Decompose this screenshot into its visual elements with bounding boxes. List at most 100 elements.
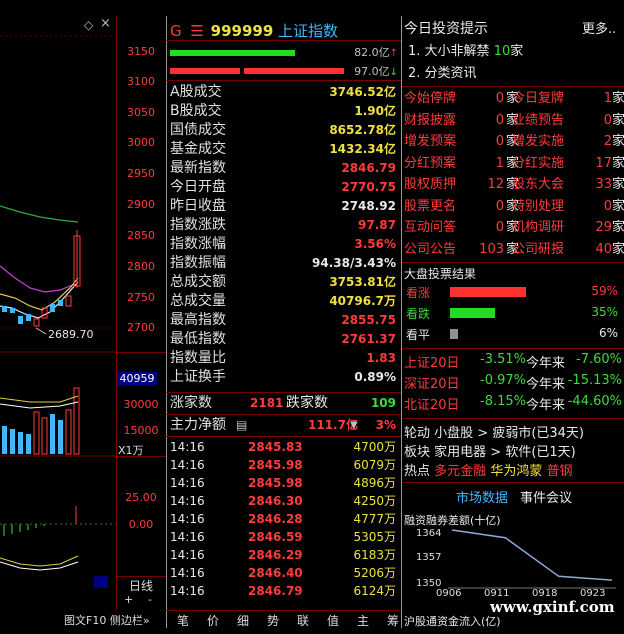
- tab-5[interactable]: 值: [318, 612, 348, 629]
- period-selector[interactable]: 日线: [116, 576, 166, 593]
- stat-value: 2855.75: [341, 313, 396, 327]
- tick-row[interactable]: 14:16 2846.29 6183万: [168, 546, 400, 564]
- tip-item-2[interactable]: 2. 分类资讯: [408, 62, 477, 81]
- y-tick: 2900: [127, 198, 155, 211]
- event-cell[interactable]: 股权质押 12 家: [404, 174, 519, 195]
- event-label: 分红预案: [404, 155, 457, 171]
- margin-line-svg: [448, 529, 616, 589]
- index-row[interactable]: 北证20日 -8.15% 今年来 -44.60%: [404, 394, 622, 414]
- tab-3[interactable]: 势: [258, 612, 288, 629]
- tab-market-data[interactable]: 市场数据: [456, 487, 508, 506]
- tab-4[interactable]: 联: [288, 612, 318, 629]
- menu-icon[interactable]: ☰: [190, 22, 203, 40]
- event-cell[interactable]: 公司研报 40 家: [512, 239, 624, 260]
- macd-tick: 25.00: [125, 491, 157, 504]
- ma-line-green: [0, 205, 79, 223]
- tick-row[interactable]: 14:16 2845.98 6079万: [168, 456, 400, 474]
- stock-code: 999999: [210, 22, 274, 40]
- tick-row[interactable]: 14:16 2846.40 5206万: [168, 564, 400, 582]
- tick-price: 2846.29: [248, 548, 303, 562]
- quote-stat-row: 最新指数 2846.79: [168, 159, 400, 178]
- index-name: 北证20日: [404, 398, 460, 413]
- event-count: 1: [495, 155, 504, 171]
- event-cell[interactable]: 特别处理 0 家: [512, 196, 624, 217]
- tick-volume: 6124万: [353, 584, 396, 598]
- flag-g: G: [170, 22, 182, 40]
- event-cell[interactable]: 分红实施 17 家: [512, 153, 624, 174]
- margin-y-tick: 1364: [416, 528, 442, 539]
- stat-label: 昨日收盘: [170, 198, 226, 214]
- stat-value: 2770.75: [341, 180, 396, 194]
- ma-line-purple: [0, 265, 76, 293]
- event-cell[interactable]: 今始停牌 0 家: [404, 88, 519, 109]
- event-count: 0: [603, 198, 612, 214]
- tips-title: 今日投资提示: [404, 21, 488, 37]
- event-cell[interactable]: 机构调研 29 家: [512, 217, 624, 238]
- bottom-side-tabs[interactable]: 图文F10 侧边栏»: [64, 612, 150, 628]
- close-icon[interactable]: ×: [100, 16, 111, 31]
- quote-bottom-tabs[interactable]: 笔价细势联值主筹: [168, 612, 408, 629]
- vote-title: 大盘投票结果: [404, 267, 477, 281]
- event-count: 40: [595, 241, 612, 257]
- more-link[interactable]: 更多..: [582, 18, 616, 37]
- stat-label: 今日开盘: [170, 179, 226, 195]
- vote-label: 看平: [406, 328, 431, 342]
- hk-flow-label: 沪股通资金流入(亿): [404, 615, 501, 628]
- expand-arrow-icon: ▼: [350, 420, 358, 431]
- event-cell[interactable]: 业绩预告 0 家: [512, 110, 624, 131]
- event-cell[interactable]: 财报披露 0 家: [404, 110, 519, 131]
- quote-stat-row: 上证换手 0.89%: [168, 368, 400, 387]
- event-cell[interactable]: 股东大会 33 家: [512, 174, 624, 195]
- candles: [2, 230, 81, 327]
- volume-bar-red-1: [170, 68, 240, 74]
- rotation-row[interactable]: 轮动 小盘股 > 疲弱市(已34天): [404, 422, 584, 441]
- stat-label: 总成交量: [170, 293, 226, 309]
- tick-row[interactable]: 14:16 2845.83 4700万: [168, 438, 400, 456]
- event-label: 股东大会: [512, 177, 565, 192]
- kline-chart-area[interactable]: 2689.70: [0, 16, 116, 610]
- tab-1[interactable]: 价: [198, 612, 228, 629]
- tab-2[interactable]: 细: [228, 612, 258, 629]
- margin-x-tick: 0906: [436, 588, 462, 599]
- stat-value: 40796.7万: [329, 294, 396, 308]
- event-label: 互动问答: [404, 220, 457, 235]
- tick-row[interactable]: 14:16 2846.28 4777万: [168, 510, 400, 528]
- event-cell[interactable]: 互动问答 0 家: [404, 217, 519, 238]
- tab-6[interactable]: 主: [348, 612, 378, 629]
- event-count: 0: [495, 220, 504, 235]
- tick-row[interactable]: 14:16 2846.30 4250万: [168, 492, 400, 510]
- event-cell[interactable]: 今日复牌 1 家: [512, 88, 624, 109]
- margin-chart: 1364 1357 1350 0906 0911 0918 0923: [404, 526, 624, 606]
- event-cell[interactable]: 分红预案 1 家: [404, 153, 519, 174]
- quote-stat-row: 基金成交 1432.34亿: [168, 140, 400, 159]
- index-row[interactable]: 上证20日 -3.51% 今年来 -7.60%: [404, 352, 622, 372]
- index-20d-change: -8.15%: [480, 394, 526, 409]
- zoom-in-button[interactable]: +: [124, 593, 133, 606]
- event-cell[interactable]: 增发预案 0 家: [404, 131, 519, 152]
- vote-bar: [450, 287, 526, 297]
- tab-events[interactable]: 事件会议: [520, 487, 572, 506]
- tick-row[interactable]: 14:16 2845.98 4896万: [168, 474, 400, 492]
- kline-chart: [0, 35, 116, 588]
- event-label: 机构调研: [512, 220, 565, 235]
- index-row[interactable]: 深证20日 -0.97% 今年来 -15.13%: [404, 373, 622, 393]
- main-flow-row[interactable]: 主力净额 ▤ 111.7亿 ▼ 3%: [168, 416, 400, 435]
- stat-label: A股成交: [170, 84, 222, 100]
- tab-0[interactable]: 笔: [168, 612, 198, 629]
- tick-row[interactable]: 14:16 2846.79 6124万: [168, 582, 400, 600]
- stat-value: 3.56%: [354, 237, 396, 251]
- zoom-out-button[interactable]: -: [148, 593, 152, 606]
- tick-volume: 6183万: [353, 548, 396, 562]
- stat-label: 最新指数: [170, 160, 226, 176]
- sector-row[interactable]: 板块 家用电器 > 软件(已1天): [404, 441, 576, 460]
- event-cell[interactable]: 公司公告 103 家: [404, 239, 519, 260]
- tick-row[interactable]: 14:16 2846.59 5305万: [168, 528, 400, 546]
- hot-row[interactable]: 热点 多元金融 华为鸿蒙 普钢: [404, 460, 572, 479]
- diamond-icon[interactable]: ◇: [84, 18, 93, 32]
- event-label: 财报披露: [404, 112, 457, 128]
- event-cell[interactable]: 增发实施 2 家: [512, 131, 624, 152]
- tip-item-1[interactable]: 1. 大小非解禁 10家: [408, 40, 523, 59]
- event-label: 今日复牌: [512, 91, 565, 106]
- event-cell[interactable]: 股票更名 0 家: [404, 196, 519, 217]
- event-count: 12: [487, 177, 504, 192]
